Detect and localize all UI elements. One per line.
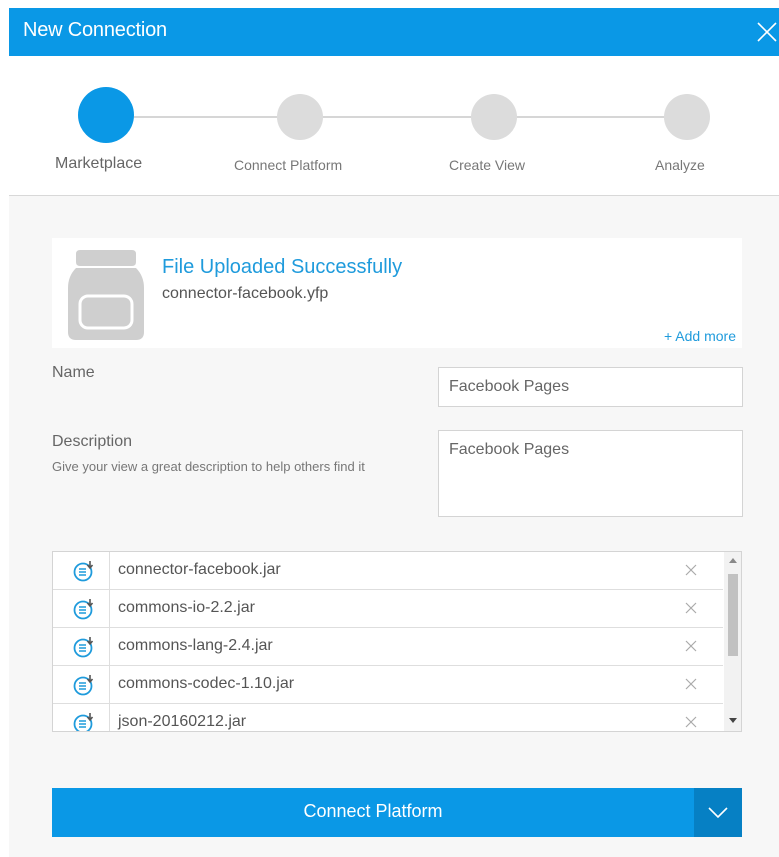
dialog-titlebar: New Connection <box>9 8 779 56</box>
scroll-thumb[interactable] <box>728 574 738 656</box>
step-connector <box>516 116 666 118</box>
step-create-view-dot <box>471 94 517 140</box>
name-label: Name <box>52 364 95 381</box>
uploaded-filename: connector-facebook.yfp <box>162 285 329 302</box>
row-divider <box>109 666 110 704</box>
file-name: commons-lang-2.4.jar <box>118 637 273 654</box>
description-hint: Give your view a great description to he… <box>52 459 365 474</box>
name-input[interactable]: Facebook Pages <box>438 367 743 407</box>
download-list-icon <box>73 637 94 658</box>
list-item: commons-lang-2.4.jar <box>53 628 723 666</box>
file-name: json-20160212.jar <box>118 713 247 730</box>
scroll-up-arrow-icon[interactable] <box>729 558 737 563</box>
connect-options-toggle[interactable] <box>694 788 742 837</box>
row-divider <box>109 590 110 628</box>
step-marketplace-dot <box>78 87 134 143</box>
step-analyze-dot <box>664 94 710 140</box>
upload-status: File Uploaded Successfully <box>162 256 403 278</box>
remove-icon[interactable] <box>682 599 700 617</box>
step-connector <box>134 116 282 118</box>
step-connect-platform-dot <box>277 94 323 140</box>
file-list: connector-facebook.jar commons-io-2.2.ja… <box>52 551 742 732</box>
file-list-scrollbar[interactable] <box>724 552 741 731</box>
remove-icon[interactable] <box>682 713 700 731</box>
download-list-icon <box>73 713 94 731</box>
close-icon[interactable] <box>755 20 779 44</box>
step-analyze-label: Analyze <box>655 157 705 173</box>
description-textarea[interactable]: Facebook Pages <box>438 430 743 517</box>
step-connector <box>322 116 476 118</box>
row-divider <box>109 552 110 590</box>
dialog-title: New Connection <box>23 19 167 41</box>
file-name: commons-codec-1.10.jar <box>118 675 295 692</box>
row-divider <box>109 628 110 666</box>
upload-card: File Uploaded Successfully connector-fac… <box>52 238 742 348</box>
list-item: json-20160212.jar <box>53 704 723 731</box>
download-list-icon <box>73 599 94 620</box>
download-list-icon <box>73 675 94 696</box>
connect-platform-button[interactable]: Connect Platform <box>52 788 742 837</box>
remove-icon[interactable] <box>682 675 700 693</box>
remove-icon[interactable] <box>682 637 700 655</box>
row-divider <box>109 704 110 731</box>
step-create-view-label: Create View <box>449 157 526 173</box>
remove-icon[interactable] <box>682 561 700 579</box>
step-marketplace-label: Marketplace <box>55 155 143 172</box>
file-name: connector-facebook.jar <box>118 561 281 578</box>
connect-platform-label: Connect Platform <box>303 801 443 821</box>
jar-icon <box>68 250 144 340</box>
download-list-icon <box>73 561 94 582</box>
list-item: commons-io-2.2.jar <box>53 590 723 628</box>
dialog-content: File Uploaded Successfully connector-fac… <box>9 196 779 857</box>
step-connect-platform-label: Connect Platform <box>234 157 343 173</box>
list-item: commons-codec-1.10.jar <box>53 666 723 704</box>
add-more-link[interactable]: + Add more <box>664 328 736 344</box>
description-label: Description <box>52 433 133 450</box>
list-item: connector-facebook.jar <box>53 552 723 590</box>
file-name: commons-io-2.2.jar <box>118 599 255 616</box>
progress-stepper: Marketplace Connect Platform Create View… <box>9 56 779 196</box>
chevron-down-icon <box>708 807 728 819</box>
scroll-down-arrow-icon[interactable] <box>729 718 737 723</box>
